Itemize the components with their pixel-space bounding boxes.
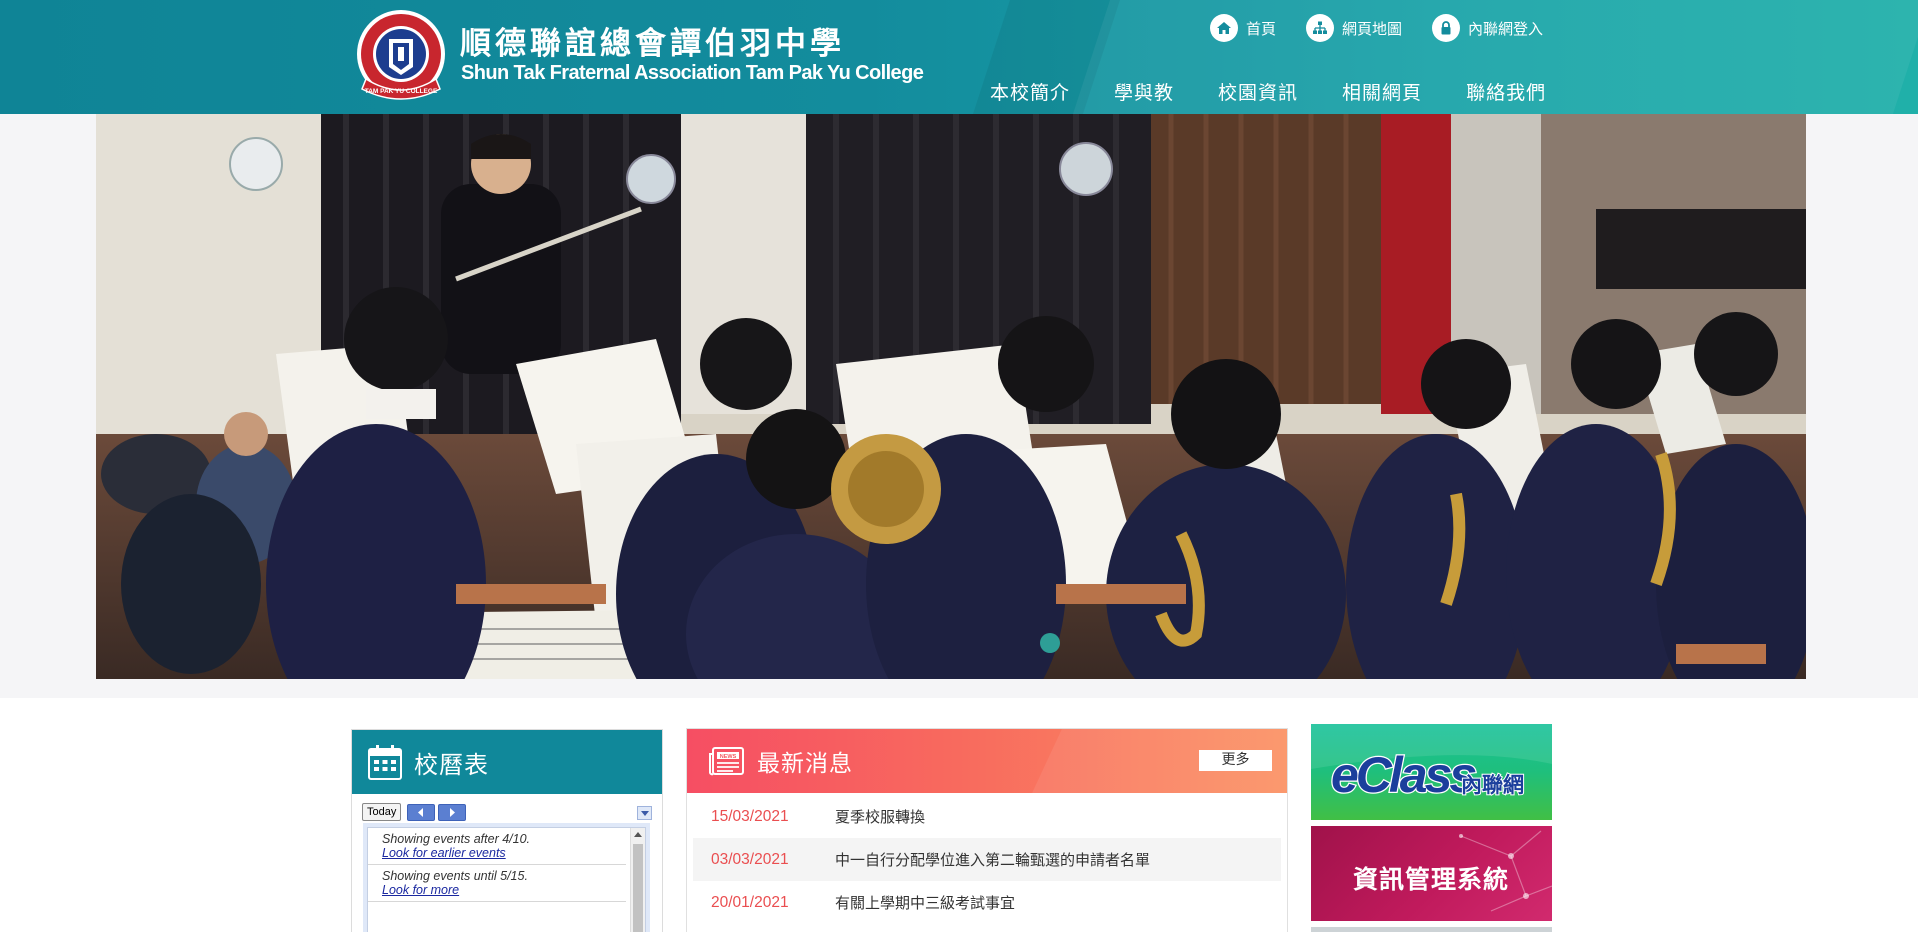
intranet-login-label: 內聯網登入 <box>1468 19 1544 38</box>
calendar-entry: Showing events after 4/10. Look for earl… <box>368 828 626 865</box>
news-item[interactable]: 15/03/2021 夏季校服轉換 <box>693 795 1281 838</box>
eclass-intranet-banner[interactable]: eClass 內聯網 <box>1311 724 1552 820</box>
school-name-english: Shun Tak Fraternal Association Tam Pak Y… <box>461 62 924 84</box>
home-icon <box>1210 14 1238 42</box>
nav-related-links[interactable]: 相關網頁 <box>1342 78 1422 105</box>
eclass-logo: eClass 內聯網 <box>1311 724 1552 804</box>
calendar-entry-text: Showing events until 5/15. <box>382 869 528 883</box>
prev-button[interactable] <box>407 804 435 821</box>
news-date: 20/01/2021 <box>711 893 789 911</box>
next-button[interactable] <box>438 804 466 821</box>
sitemap-link[interactable]: 網頁地圖 <box>1306 14 1402 42</box>
nav-contact[interactable]: 聯絡我們 <box>1466 78 1546 105</box>
calendar-title: 校曆表 <box>414 750 489 779</box>
calendar-header: 校曆表 <box>352 730 662 794</box>
more-events-link[interactable]: Look for more <box>382 883 626 897</box>
calendar-scrollbar[interactable] <box>630 828 645 932</box>
calendar-entry-text: Showing events after 4/10. <box>382 832 531 846</box>
news-list: 15/03/2021 夏季校服轉換 03/03/2021 中一自行分配學位進入第… <box>687 793 1287 924</box>
hero-slideshow[interactable] <box>96 114 1806 679</box>
news-panel: NEWS 最新消息 更多 15/03/2021 夏季校服轉換 03/03/202… <box>686 728 1288 932</box>
today-button[interactable]: Today <box>362 803 402 821</box>
nav-about[interactable]: 本校簡介 <box>990 78 1070 105</box>
school-name-chinese: 順德聯誼總會譚伯羽中學 <box>460 26 845 62</box>
eclass-subtitle: 內聯網 <box>1461 773 1524 797</box>
news-date: 15/03/2021 <box>711 807 789 825</box>
calendar-toolbar: Today <box>352 794 662 822</box>
logo-text: TAM PAK YU COLLEGE <box>365 88 438 95</box>
arrow-left-icon <box>418 808 423 817</box>
hero-photo-school-band <box>96 114 1806 679</box>
news-headline[interactable]: 有關上學期中三級考試事宜 <box>835 892 1015 913</box>
intranet-login-link[interactable]: 內聯網登入 <box>1432 14 1543 42</box>
calendar-event-list: Showing events after 4/10. Look for earl… <box>367 827 646 932</box>
home-link-label: 首頁 <box>1246 19 1277 38</box>
utility-links: 首頁 網頁地圖 內聯網登入 <box>1210 14 1543 42</box>
eclass-wordmark: eClass <box>1331 747 1476 803</box>
news-item[interactable]: 20/01/2021 有關上學期中三級考試事宜 <box>693 881 1281 924</box>
ims-banner-graphic: 資訊管理系統 <box>1353 830 1552 912</box>
calendar-agenda: Showing events after 4/10. Look for earl… <box>363 823 650 932</box>
slide-indicator-dot[interactable] <box>1040 633 1060 653</box>
home-link[interactable]: 首頁 <box>1210 14 1276 42</box>
svg-text:NEWS: NEWS <box>720 754 737 760</box>
school-logo[interactable]: TAM PAK YU COLLEGE <box>352 9 450 103</box>
partial-banner[interactable] <box>1311 927 1552 932</box>
nav-learning-teaching[interactable]: 學與教 <box>1114 78 1174 105</box>
news-header: NEWS 最新消息 更多 <box>687 729 1287 793</box>
nav-campus-info[interactable]: 校園資訊 <box>1218 78 1298 105</box>
newspaper-icon: NEWS <box>709 747 744 776</box>
news-item[interactable]: 03/03/2021 中一自行分配學位進入第二輪甄選的申請者名單 <box>693 838 1281 881</box>
ims-title: 資訊管理系統 <box>1353 865 1509 894</box>
calendar-icon <box>368 745 402 780</box>
news-headline[interactable]: 中一自行分配學位進入第二輪甄選的申請者名單 <box>835 849 1150 870</box>
information-management-system-banner[interactable]: 資訊管理系統 <box>1311 826 1552 921</box>
news-title: 最新消息 <box>757 751 853 777</box>
more-news-button[interactable]: 更多 <box>1199 750 1272 771</box>
calendar-entry: Showing events until 5/15. Look for more <box>368 865 626 902</box>
scrollbar-thumb[interactable] <box>633 844 643 932</box>
earlier-events-link[interactable]: Look for earlier events <box>382 846 626 860</box>
news-date: 03/03/2021 <box>711 850 789 868</box>
calendar-view-dropdown[interactable] <box>637 806 652 820</box>
site-header: TAM PAK YU COLLEGE 順德聯誼總會譚伯羽中學 Shun Tak … <box>0 0 1918 114</box>
scroll-up-icon[interactable] <box>634 832 642 837</box>
lock-icon <box>1432 14 1461 42</box>
sitemap-icon <box>1306 14 1335 42</box>
arrow-right-icon <box>450 808 455 817</box>
sitemap-link-label: 網頁地圖 <box>1342 19 1403 38</box>
news-headline[interactable]: 夏季校服轉換 <box>835 806 925 827</box>
chevron-down-icon <box>640 810 649 816</box>
main-nav: 本校簡介 學與教 校園資訊 相關網頁 聯絡我們 <box>990 78 1546 105</box>
